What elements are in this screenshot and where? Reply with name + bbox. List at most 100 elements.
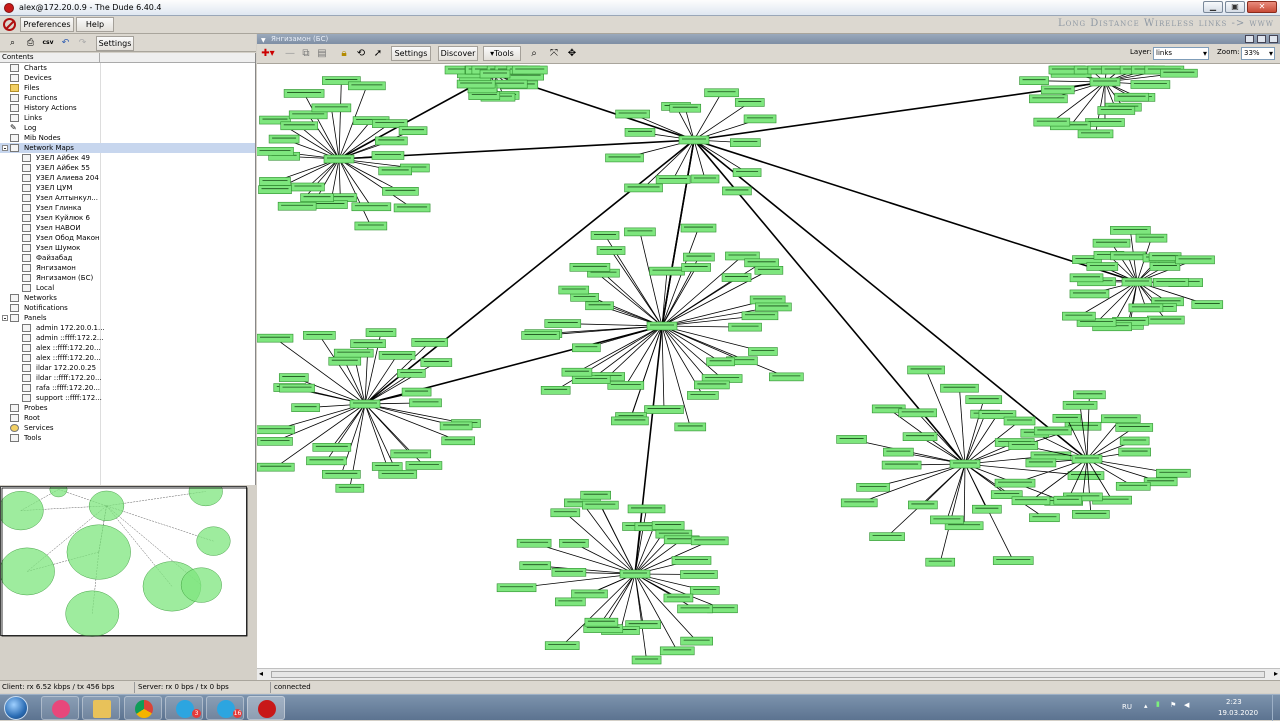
start-button[interactable] [4,696,28,720]
device-node[interactable] [379,470,417,478]
device-node[interactable] [675,423,706,431]
device-node[interactable] [552,568,586,576]
tree-item[interactable]: Links [0,113,255,123]
scroll-thumb[interactable] [271,671,1265,678]
device-node[interactable] [755,303,791,311]
device-node[interactable] [412,338,448,346]
device-node[interactable] [1070,290,1109,298]
paste-icon[interactable]: ▤ [315,47,329,61]
device-node[interactable] [1054,496,1082,504]
device-node[interactable] [1078,130,1113,138]
device-node[interactable] [742,312,778,320]
device-node[interactable] [608,381,644,389]
flag-icon[interactable]: ⚑ [1170,701,1176,709]
tree-item[interactable]: УЗЕЛ Айбек 49 [0,153,255,163]
tree-item[interactable]: Узел Обод Макон [0,233,255,243]
device-node[interactable] [1129,304,1163,312]
add-icon[interactable]: ✚▾ [261,47,275,61]
device-node[interactable] [1131,81,1170,89]
device-node[interactable] [837,435,867,443]
device-node[interactable] [585,618,618,626]
device-node[interactable] [322,470,360,478]
device-node[interactable] [559,539,588,547]
device-node[interactable] [394,204,430,212]
device-node[interactable] [769,373,803,381]
device-node[interactable] [586,302,614,310]
device-node[interactable] [882,461,921,469]
device-node[interactable] [620,570,650,578]
device-node[interactable] [281,122,318,130]
zoom-select[interactable]: 33% [1241,47,1275,60]
device-node[interactable] [1072,510,1109,518]
link-line[interactable] [339,159,340,198]
tree-item[interactable]: Notifications [0,303,255,313]
device-node[interactable] [690,586,719,594]
device-node[interactable] [355,222,387,230]
link-line[interactable] [965,400,984,464]
discover-button[interactable]: Discover [438,46,478,61]
link-line[interactable] [582,503,635,574]
device-node[interactable] [284,89,324,97]
tree-item[interactable]: Узел Глинка [0,203,255,213]
device-node[interactable] [1136,234,1167,242]
device-node[interactable] [382,187,418,195]
device-node[interactable] [520,562,551,570]
taskbar-dude[interactable] [247,696,285,720]
lock-icon[interactable]: 🔒︎ [337,47,351,61]
tree-item[interactable]: Services [0,423,255,433]
redo-icon[interactable]: ↷ [75,36,90,50]
device-node[interactable] [1072,455,1102,463]
device-node[interactable] [324,155,354,163]
tree-item[interactable]: Charts [0,63,255,73]
tree-item[interactable]: admin ::ffff:172.2... [0,333,255,343]
link-line[interactable] [635,574,695,609]
disconnect-icon[interactable] [3,18,16,31]
device-node[interactable] [257,334,293,342]
device-node[interactable] [406,461,442,469]
device-node[interactable] [440,422,472,430]
device-node[interactable] [670,104,701,112]
device-node[interactable] [679,136,709,144]
device-node[interactable] [841,499,877,507]
device-node[interactable] [582,501,618,509]
device-node[interactable] [572,344,600,352]
device-node[interactable] [1153,278,1188,286]
device-node[interactable] [680,571,717,579]
link-line[interactable] [365,363,436,404]
binoculars-icon[interactable]: ⌕ [527,47,541,61]
device-node[interactable] [1110,226,1150,234]
csv-export-button[interactable]: csv [40,36,56,50]
device-node[interactable] [1041,86,1074,94]
device-node[interactable] [993,557,1033,565]
device-node[interactable] [632,656,661,664]
tile-icon[interactable] [1245,35,1254,43]
device-node[interactable] [694,381,729,389]
device-node[interactable] [1070,274,1103,282]
device-node[interactable] [572,376,610,384]
tree-item[interactable]: Узел Куйлюк 6 [0,213,255,223]
device-node[interactable] [1090,78,1120,86]
device-node[interactable] [1029,95,1067,103]
device-node[interactable] [303,331,335,339]
copy-icon[interactable]: ⧉ [299,47,313,61]
device-node[interactable] [683,253,714,261]
link-line[interactable] [1080,405,1087,459]
device-node[interactable] [722,187,751,195]
tree-item[interactable]: Узел Алтынкул... [0,193,255,203]
device-node[interactable] [350,400,380,408]
device-node[interactable] [480,70,510,78]
device-node[interactable] [682,263,711,271]
device-node[interactable] [681,637,713,645]
tree-item[interactable]: Panels [0,313,255,323]
device-node[interactable] [352,203,391,211]
tree-item[interactable]: Tools [0,433,255,443]
tree-item[interactable]: ildar ::ffff:172.20... [0,373,255,383]
link-line[interactable] [1087,459,1091,514]
device-node[interactable] [259,186,292,194]
tray-arrow-icon[interactable]: ▴ [1144,702,1148,710]
device-node[interactable] [691,175,719,183]
tree-item[interactable]: Local [0,283,255,293]
device-node[interactable] [652,522,684,530]
device-node[interactable] [687,391,718,399]
device-node[interactable] [624,228,655,236]
